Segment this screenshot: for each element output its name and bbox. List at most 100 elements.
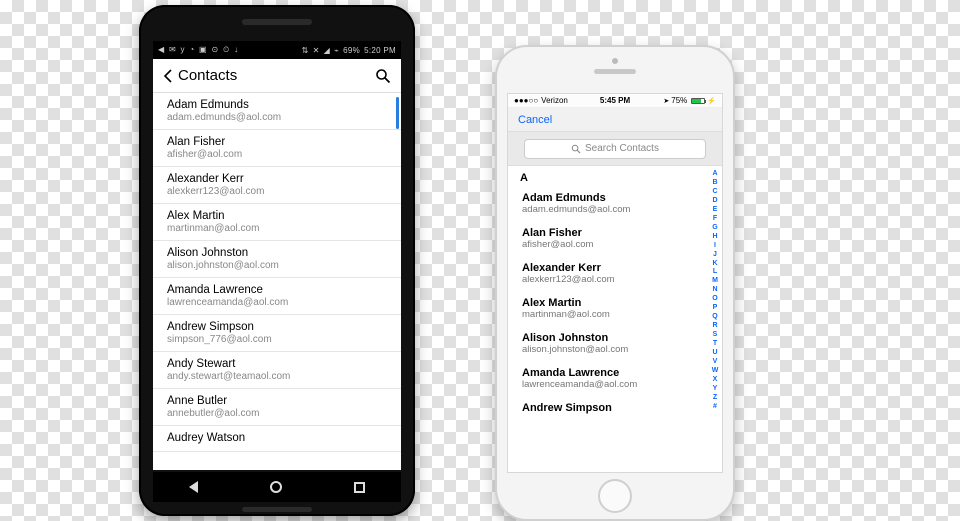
index-letter[interactable]: G xyxy=(710,224,720,233)
list-item[interactable]: Adam Edmundsadam.edmunds@aol.com xyxy=(153,93,401,130)
index-letter[interactable]: S xyxy=(710,331,720,340)
index-letter[interactable]: R xyxy=(710,322,720,331)
contact-name: Anne Butler xyxy=(167,395,387,407)
index-letter[interactable]: K xyxy=(710,260,720,269)
contact-email: lawrenceamanda@aol.com xyxy=(167,297,387,308)
list-item[interactable]: Audrey Watson xyxy=(153,426,401,452)
index-letter[interactable]: I xyxy=(710,242,720,251)
list-item[interactable]: Adam Edmundsadam.edmunds@aol.com xyxy=(508,186,722,221)
nav-home-icon[interactable] xyxy=(270,481,282,493)
contact-email: adam.edmunds@aol.com xyxy=(167,112,387,123)
list-item[interactable]: Alan Fisherafisher@aol.com xyxy=(508,221,722,256)
list-item[interactable]: Andy Stewartandy.stewart@teamaol.com xyxy=(153,352,401,389)
index-letter[interactable]: A xyxy=(710,170,720,179)
index-letter[interactable]: P xyxy=(710,304,720,313)
contact-email: lawrenceamanda@aol.com xyxy=(522,379,708,390)
list-item[interactable]: Andrew Simpson xyxy=(508,396,722,420)
status-right: ⇅ ✕ ◢ ⌁ 69% 5:20 PM xyxy=(301,46,397,55)
status-icon: ◀ xyxy=(158,45,164,54)
status-icon: ↓ xyxy=(234,45,238,54)
android-app-header: Contacts xyxy=(153,59,401,93)
contact-name: Amanda Lawrence xyxy=(522,367,708,379)
android-system-nav xyxy=(153,472,401,502)
status-icon: ⊙ xyxy=(211,45,218,54)
contact-name: Alexander Kerr xyxy=(522,262,708,274)
index-letter[interactable]: C xyxy=(710,188,720,197)
contact-name: Alex Martin xyxy=(167,210,387,222)
scrollbar-thumb[interactable] xyxy=(396,97,399,129)
contact-name: Adam Edmunds xyxy=(522,192,708,204)
list-item[interactable]: Alison Johnstonalison.johnston@aol.com xyxy=(153,241,401,278)
ios-alpha-index[interactable]: A B C D E F G H I J K L M N O P Q xyxy=(710,170,720,468)
contact-email: martinman@aol.com xyxy=(167,223,387,234)
index-letter[interactable]: Z xyxy=(710,394,720,403)
ios-nav-bar: Cancel xyxy=(508,108,722,132)
clock-text: 5:20 PM xyxy=(364,46,396,55)
contact-email: simpson_776@aol.com xyxy=(167,334,387,345)
battery-icon: ⌁ xyxy=(334,46,339,55)
contact-email: martinman@aol.com xyxy=(522,309,708,320)
nav-recent-icon[interactable] xyxy=(354,482,365,493)
list-item[interactable]: Alex Martinmartinman@aol.com xyxy=(153,204,401,241)
index-letter[interactable]: H xyxy=(710,233,720,242)
contact-email: annebutler@aol.com xyxy=(167,408,387,419)
battery-text: 69% xyxy=(343,46,360,55)
android-device-frame: ◀ ✉ y ◔ ▣ ⊙ ⏲ ↓ ⇅ ✕ ◢ ⌁ 69% 5:20 PM xyxy=(139,5,415,516)
index-letter[interactable]: T xyxy=(710,340,720,349)
list-item[interactable]: Amanda Lawrencelawrenceamanda@aol.com xyxy=(508,361,722,396)
index-letter[interactable]: M xyxy=(710,277,720,286)
status-icon: ✉ xyxy=(169,45,176,54)
status-icon: ▣ xyxy=(199,45,207,54)
contact-email: alexkerr123@aol.com xyxy=(522,274,708,285)
index-letter[interactable]: Y xyxy=(710,385,720,394)
contact-name: Andy Stewart xyxy=(167,358,387,370)
android-contact-list[interactable]: Adam Edmundsadam.edmunds@aol.com Alan Fi… xyxy=(153,93,401,470)
iphone-camera xyxy=(612,58,618,64)
battery-icon xyxy=(691,98,705,104)
back-icon[interactable] xyxy=(163,69,172,83)
list-item[interactable]: Alexander Kerralexkerr123@aol.com xyxy=(153,167,401,204)
contact-email: alison.johnston@aol.com xyxy=(167,260,387,271)
status-icon: ◔ xyxy=(189,45,194,54)
index-letter[interactable]: # xyxy=(710,403,720,412)
list-item[interactable]: Anne Butlerannebutler@aol.com xyxy=(153,389,401,426)
index-letter[interactable]: E xyxy=(710,206,720,215)
list-item[interactable]: Alexander Kerralexkerr123@aol.com xyxy=(508,256,722,291)
contact-name: Alison Johnston xyxy=(167,247,387,259)
contact-email: adam.edmunds@aol.com xyxy=(522,204,708,215)
list-item[interactable]: Alan Fisherafisher@aol.com xyxy=(153,130,401,167)
contact-name: Adam Edmunds xyxy=(167,99,387,111)
ios-status-bar: ●●●○○ Verizon 5:45 PM ➤ 75% ⚡ xyxy=(508,94,722,108)
list-item[interactable]: Alex Martinmartinman@aol.com xyxy=(508,291,722,326)
index-letter[interactable]: N xyxy=(710,286,720,295)
contact-name: Andrew Simpson xyxy=(522,402,708,414)
cancel-button[interactable]: Cancel xyxy=(518,114,552,126)
ios-contact-list[interactable]: A Adam Edmundsadam.edmunds@aol.com Alan … xyxy=(508,166,722,472)
index-letter[interactable]: Q xyxy=(710,313,720,322)
list-item[interactable]: Andrew Simpsonsimpson_776@aol.com xyxy=(153,315,401,352)
index-letter[interactable]: L xyxy=(710,268,720,277)
contact-name: Audrey Watson xyxy=(167,432,387,444)
index-letter[interactable]: J xyxy=(710,251,720,260)
index-letter[interactable]: U xyxy=(710,349,720,358)
search-input[interactable]: Search Contacts xyxy=(524,139,706,159)
index-letter[interactable]: O xyxy=(710,295,720,304)
android-chin-speaker xyxy=(242,507,312,512)
contact-name: Alan Fisher xyxy=(167,136,387,148)
search-icon xyxy=(571,144,581,154)
index-letter[interactable]: X xyxy=(710,376,720,385)
contact-email: afisher@aol.com xyxy=(522,239,708,250)
status-icon: ⇅ xyxy=(302,46,309,55)
index-letter[interactable]: B xyxy=(710,179,720,188)
index-letter[interactable]: V xyxy=(710,358,720,367)
index-letter[interactable]: F xyxy=(710,215,720,224)
nav-back-icon[interactable] xyxy=(189,481,198,493)
list-item[interactable]: Amanda Lawrencelawrenceamanda@aol.com xyxy=(153,278,401,315)
index-letter[interactable]: D xyxy=(710,197,720,206)
list-item[interactable]: Alison Johnstonalison.johnston@aol.com xyxy=(508,326,722,361)
index-letter[interactable]: W xyxy=(710,367,720,376)
home-button[interactable] xyxy=(598,479,632,513)
search-icon[interactable] xyxy=(375,68,391,84)
search-placeholder: Search Contacts xyxy=(585,143,659,154)
contact-email: alexkerr123@aol.com xyxy=(167,186,387,197)
